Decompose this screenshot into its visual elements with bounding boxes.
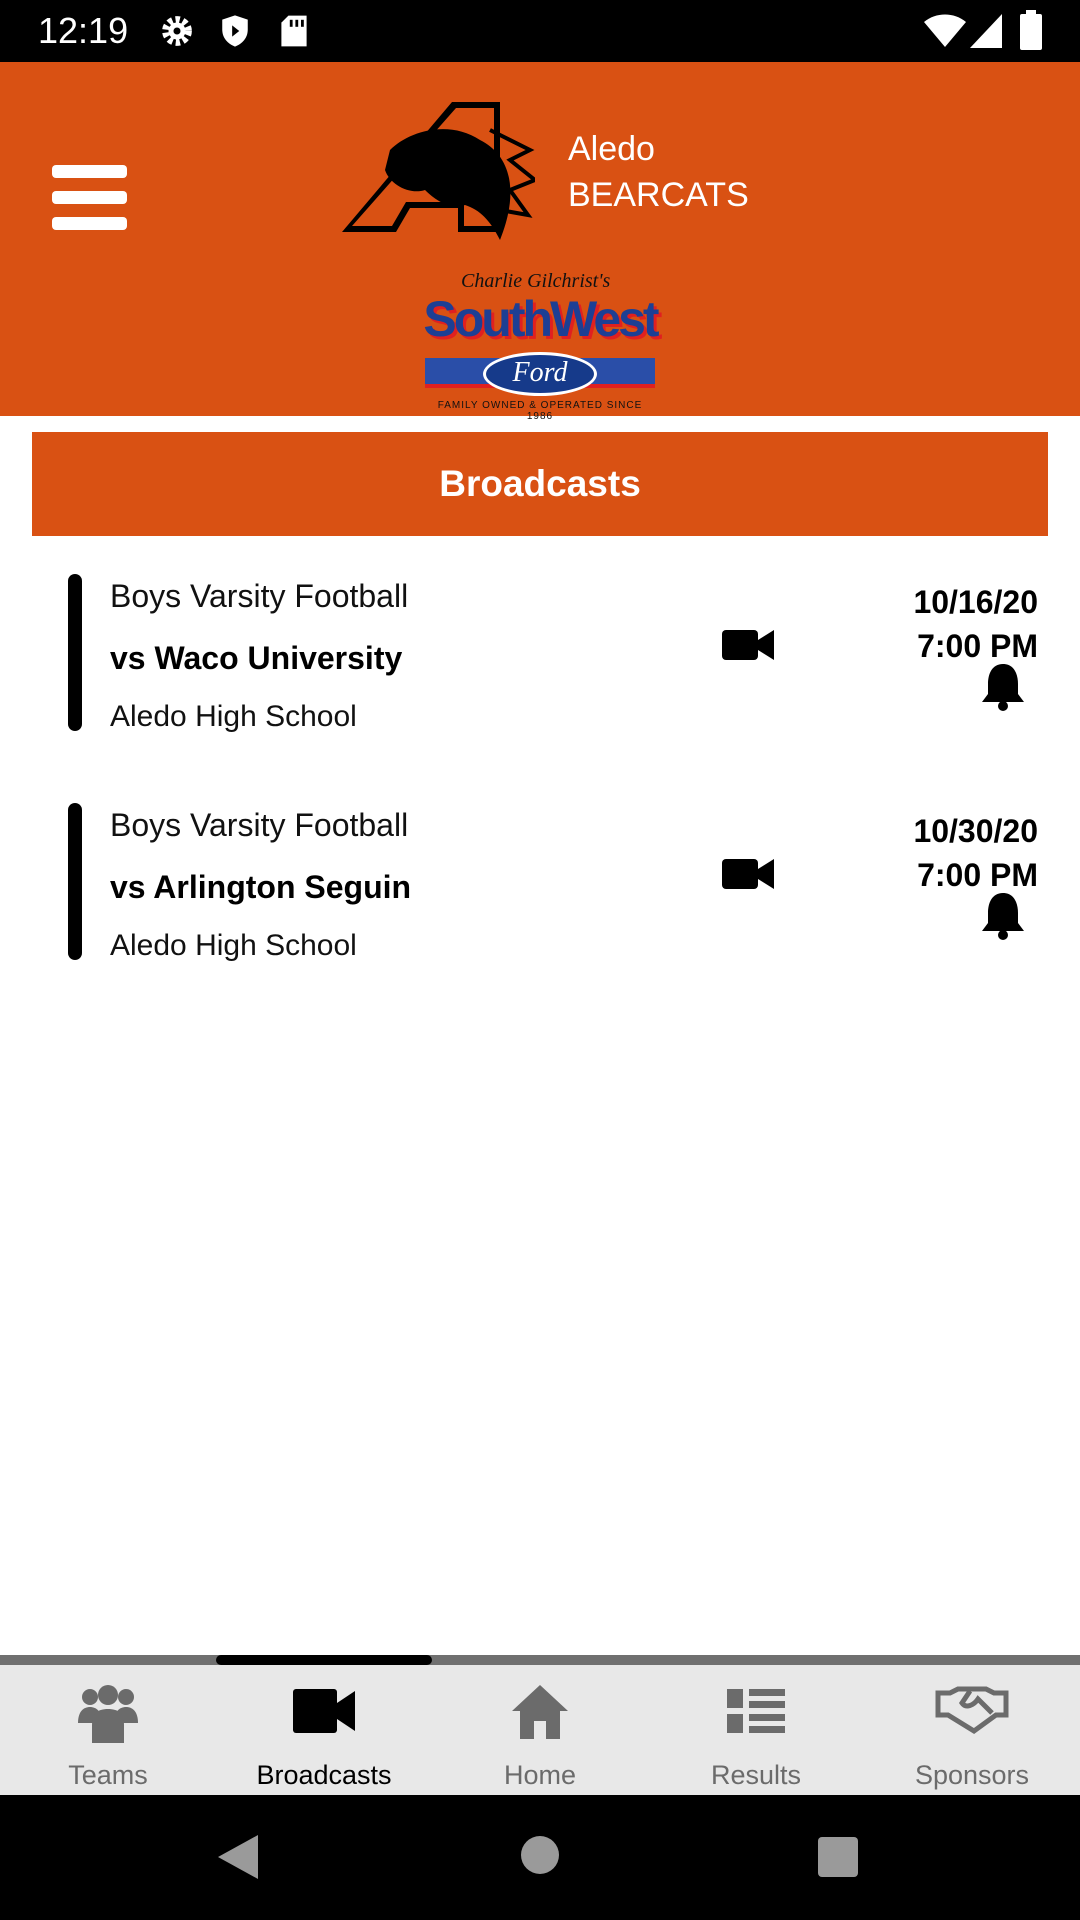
broadcast-opponent: vs Arlington Seguin — [110, 869, 412, 905]
list-icon — [727, 1689, 785, 1733]
shield-icon — [222, 15, 248, 47]
video-camera-icon[interactable] — [722, 630, 774, 660]
hamburger-line — [52, 217, 127, 230]
gear-icon — [162, 16, 192, 46]
tab-label: Results — [710, 1760, 802, 1790]
video-camera-icon[interactable] — [722, 859, 774, 889]
broadcast-location: Aledo High School — [110, 700, 357, 733]
clock: 12:19 — [38, 10, 129, 51]
section-title: Broadcasts — [439, 463, 641, 504]
item-accent-bar — [68, 803, 82, 960]
tab-label: Broadcasts — [256, 1760, 392, 1790]
tab-label: Home — [503, 1760, 577, 1790]
app-header: Aledo BEARCATS Charlie Gilchrist's South… — [0, 62, 1080, 422]
bell-icon[interactable] — [980, 662, 1026, 712]
battery-icon — [1020, 10, 1042, 50]
tab-indicator-track — [0, 1655, 1080, 1665]
broadcast-time: 7:00 PM — [917, 857, 1038, 893]
status-bar: 12:19 — [0, 0, 1080, 62]
home-circle-icon[interactable] — [520, 1835, 560, 1875]
recents-icon[interactable] — [818, 1837, 858, 1877]
section-title-bar: Broadcasts — [32, 432, 1048, 536]
signal-icon — [970, 14, 1002, 48]
tab-sponsors[interactable]: Sponsors — [864, 1665, 1080, 1795]
bottom-navigation: Teams Broadcasts Home Results Sponsors — [0, 1665, 1080, 1795]
bell-icon[interactable] — [980, 891, 1026, 941]
tab-broadcasts[interactable]: Broadcasts — [216, 1665, 432, 1795]
bearcats-logo — [342, 102, 535, 240]
sd-card-icon — [281, 15, 307, 47]
broadcast-opponent: vs Waco University — [110, 640, 403, 676]
broadcast-item[interactable]: Boys Varsity Football vs Arlington Segui… — [0, 803, 1080, 973]
item-accent-bar — [68, 574, 82, 731]
hamburger-icon — [52, 165, 127, 178]
broadcast-item[interactable]: Boys Varsity Football vs Waco University… — [0, 574, 1080, 744]
broadcast-date: 10/16/20 — [913, 584, 1038, 620]
users-icon — [78, 1685, 138, 1743]
tab-results[interactable]: Results — [648, 1665, 864, 1795]
back-icon[interactable] — [218, 1835, 258, 1879]
tab-label: Teams — [68, 1760, 148, 1790]
broadcast-location: Aledo High School — [110, 929, 357, 962]
broadcast-date: 10/30/20 — [913, 813, 1038, 849]
tab-teams[interactable]: Teams — [0, 1665, 216, 1795]
team-city: Aledo — [568, 130, 655, 168]
video-camera-icon — [293, 1689, 355, 1733]
broadcast-sport: Boys Varsity Football — [110, 807, 409, 843]
wifi-icon — [924, 14, 966, 47]
home-icon — [512, 1685, 568, 1739]
handshake-icon — [935, 1686, 1009, 1735]
sponsor-logo[interactable]: Charlie Gilchrist's SouthWest Ford FAMIL… — [423, 270, 659, 422]
tab-home[interactable]: Home — [432, 1665, 648, 1795]
menu-button[interactable] — [40, 157, 140, 247]
tab-label: Sponsors — [914, 1760, 1030, 1790]
team-name: BEARCATS — [568, 176, 749, 214]
broadcast-time: 7:00 PM — [917, 628, 1038, 664]
tab-indicator — [216, 1655, 432, 1665]
system-navigation-bar — [0, 1795, 1080, 1920]
hamburger-line — [52, 191, 127, 204]
broadcast-sport: Boys Varsity Football — [110, 578, 409, 614]
